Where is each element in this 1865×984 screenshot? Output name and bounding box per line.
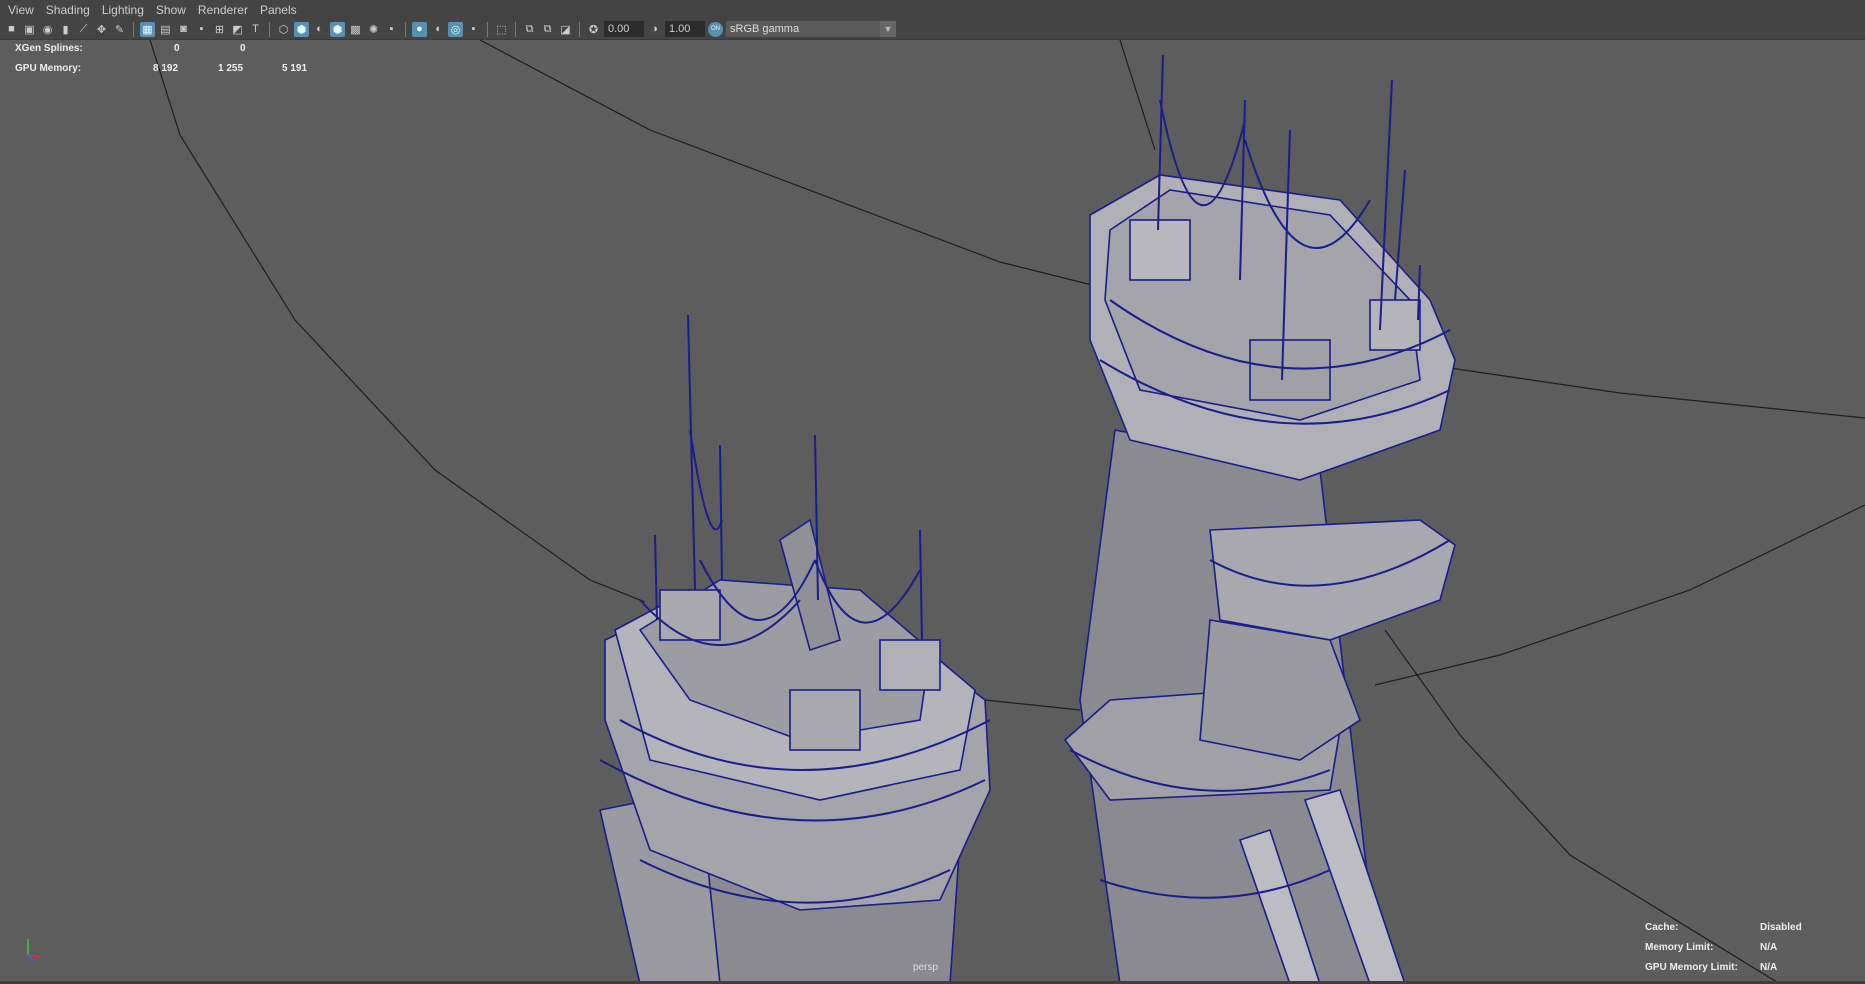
toolbar-divider bbox=[515, 21, 516, 37]
curve bbox=[1119, 40, 1156, 151]
menu-panels[interactable]: Panels bbox=[258, 3, 307, 17]
toolbar-divider bbox=[487, 21, 488, 37]
chevron-down-icon: ▼ bbox=[880, 21, 896, 37]
toolbar-divider bbox=[133, 21, 134, 37]
wireframe-on-shaded-icon[interactable]: ⬢ bbox=[330, 21, 345, 37]
toolbar-divider bbox=[269, 21, 270, 37]
gate-mask-icon[interactable]: ▪ bbox=[194, 22, 209, 37]
anti-aliasing-icon[interactable]: ◎ bbox=[448, 21, 463, 37]
3d-viewport[interactable]: XGen Splines: 0 0 GPU Memory: 8 192 1 25… bbox=[0, 40, 1865, 984]
xray-active-icon[interactable]: ⧉ bbox=[540, 22, 555, 37]
gpu-memory-value: 8 192 bbox=[153, 63, 179, 74]
curve bbox=[1374, 504, 1865, 686]
gamma-input[interactable] bbox=[665, 21, 705, 37]
curve bbox=[1449, 367, 1865, 419]
left-tower bbox=[599, 314, 991, 984]
image-plane-icon[interactable]: ⟋ bbox=[76, 22, 91, 37]
memory-limit-value: N/A bbox=[1760, 942, 1778, 953]
gpu-memory-value: 5 191 bbox=[282, 63, 308, 74]
axis-gizmo-icon bbox=[27, 939, 41, 962]
color-space-dropdown[interactable]: sRGB gamma ▼ bbox=[726, 21, 896, 37]
wireframe-icon[interactable]: ⬡ bbox=[276, 22, 291, 37]
camera-select-icon[interactable]: ■ bbox=[4, 22, 19, 37]
exposure-icon[interactable]: ✪ bbox=[586, 22, 601, 37]
curve bbox=[149, 40, 646, 603]
safe-title-icon[interactable]: T bbox=[248, 22, 263, 37]
menu-lighting[interactable]: Lighting bbox=[100, 3, 154, 17]
lights-icon[interactable]: ✺ bbox=[366, 22, 381, 37]
motion-blur-icon[interactable]: ◖ bbox=[430, 22, 445, 37]
curves bbox=[149, 40, 1865, 984]
screen-space-ao-icon[interactable]: ● bbox=[412, 21, 427, 37]
resolution-gate-icon[interactable]: ◙ bbox=[176, 22, 191, 37]
curve bbox=[984, 699, 1081, 711]
gpu-memory-limit-value: N/A bbox=[1760, 962, 1778, 973]
shadows-icon[interactable]: ▪ bbox=[384, 22, 399, 37]
curve bbox=[1384, 629, 1781, 984]
curve bbox=[479, 40, 1093, 286]
smooth-shade-icon[interactable]: ⬢ bbox=[294, 21, 309, 37]
depth-of-field-icon[interactable]: ▪ bbox=[466, 22, 481, 37]
right-tower bbox=[1063, 54, 1456, 984]
textured-icon[interactable]: ▩ bbox=[348, 22, 363, 37]
gamma-icon[interactable]: ◑ bbox=[647, 22, 662, 37]
menu-show[interactable]: Show bbox=[154, 3, 196, 17]
grid-icon[interactable]: ▦ bbox=[140, 21, 155, 37]
exposure-input[interactable] bbox=[604, 21, 644, 37]
gpu-memory-value: 1 255 bbox=[218, 63, 244, 74]
memory-limit-label: Memory Limit: bbox=[1645, 942, 1714, 953]
camera-name-label: persp bbox=[913, 962, 939, 973]
xray-joints-icon[interactable]: ◪ bbox=[558, 22, 573, 37]
toolbar-divider bbox=[579, 21, 580, 37]
viewport-menu-bar: View Shading Lighting Show Renderer Pane… bbox=[0, 0, 1865, 19]
xgen-splines-label: XGen Splines: bbox=[15, 43, 83, 54]
menu-shading[interactable]: Shading bbox=[44, 3, 100, 17]
menu-view[interactable]: View bbox=[6, 3, 44, 17]
cache-label: Cache: bbox=[1645, 922, 1679, 933]
grease-pencil-icon[interactable]: ✎ bbox=[112, 22, 127, 37]
color-management-toggle[interactable]: ON bbox=[708, 21, 723, 37]
isolate-select-icon[interactable]: ⬚ bbox=[494, 22, 509, 37]
gpu-memory-limit-label: GPU Memory Limit: bbox=[1645, 962, 1738, 973]
xray-icon[interactable]: ⧉ bbox=[522, 22, 537, 37]
toolbar-divider bbox=[405, 21, 406, 37]
menu-renderer[interactable]: Renderer bbox=[196, 3, 258, 17]
bookmark-camera-icon[interactable]: ◉ bbox=[40, 22, 55, 37]
2d-pan-zoom-icon[interactable]: ✥ bbox=[94, 22, 109, 37]
viewport-toolbar: ■ ▣ ◉ ▮ ⟋ ✥ ✎ ▦ ▤ ◙ ▪ ⊞ ◩ T ⬡ ⬢ ◐ ⬢ ▩ ✺ … bbox=[0, 19, 1865, 40]
xgen-splines-value: 0 bbox=[174, 43, 180, 54]
cache-value: Disabled bbox=[1760, 922, 1802, 933]
scene-render bbox=[149, 40, 1865, 984]
xgen-splines-value: 0 bbox=[240, 43, 246, 54]
field-chart-icon[interactable]: ⊞ bbox=[212, 22, 227, 37]
film-gate-icon[interactable]: ▤ bbox=[158, 22, 173, 37]
gpu-memory-label: GPU Memory: bbox=[15, 63, 82, 74]
bookmark-icon[interactable]: ▮ bbox=[58, 22, 73, 37]
color-space-value: sRGB gamma bbox=[730, 23, 800, 35]
safe-action-icon[interactable]: ◩ bbox=[230, 22, 245, 37]
default-material-icon[interactable]: ◐ bbox=[312, 22, 327, 37]
camera-attributes-icon[interactable]: ▣ bbox=[22, 22, 37, 37]
